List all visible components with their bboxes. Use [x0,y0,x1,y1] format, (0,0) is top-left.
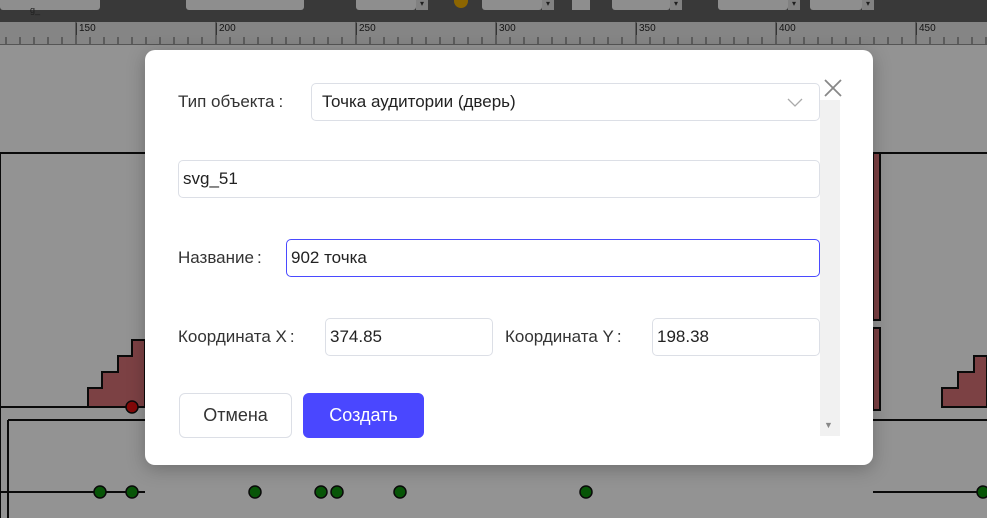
object-type-select[interactable]: Точка аудитории (дверь) [311,83,820,121]
name-label: Название: [178,248,262,267]
name-input[interactable]: 902 точка [286,239,820,277]
coord-x-value: 374.85 [330,327,382,346]
object-type-value: Точка аудитории (дверь) [322,92,516,111]
create-button[interactable]: Создать [303,393,424,438]
close-icon[interactable] [823,78,843,103]
coord-x-input[interactable]: 374.85 [325,318,493,356]
object-id-field[interactable]: svg_51 [178,160,820,198]
create-object-dialog: ▼ Тип объекта: Точка аудитории (дверь) s… [145,50,873,465]
coord-y-value: 198.38 [657,327,709,346]
object-type-label: Тип объекта: [178,92,284,111]
close-icon-glyph [824,79,842,97]
scroll-down-icon[interactable]: ▼ [824,420,833,430]
dialog-scrollbar[interactable] [820,100,840,436]
name-value: 902 точка [291,248,367,267]
cancel-button[interactable]: Отмена [179,393,292,438]
coord-y-input[interactable]: 198.38 [652,318,820,356]
object-id-value: svg_51 [183,169,238,188]
chevron-down-icon [787,98,803,107]
coord-x-label: Координата X: [178,327,295,346]
coord-y-label: Координата Y: [505,327,622,346]
